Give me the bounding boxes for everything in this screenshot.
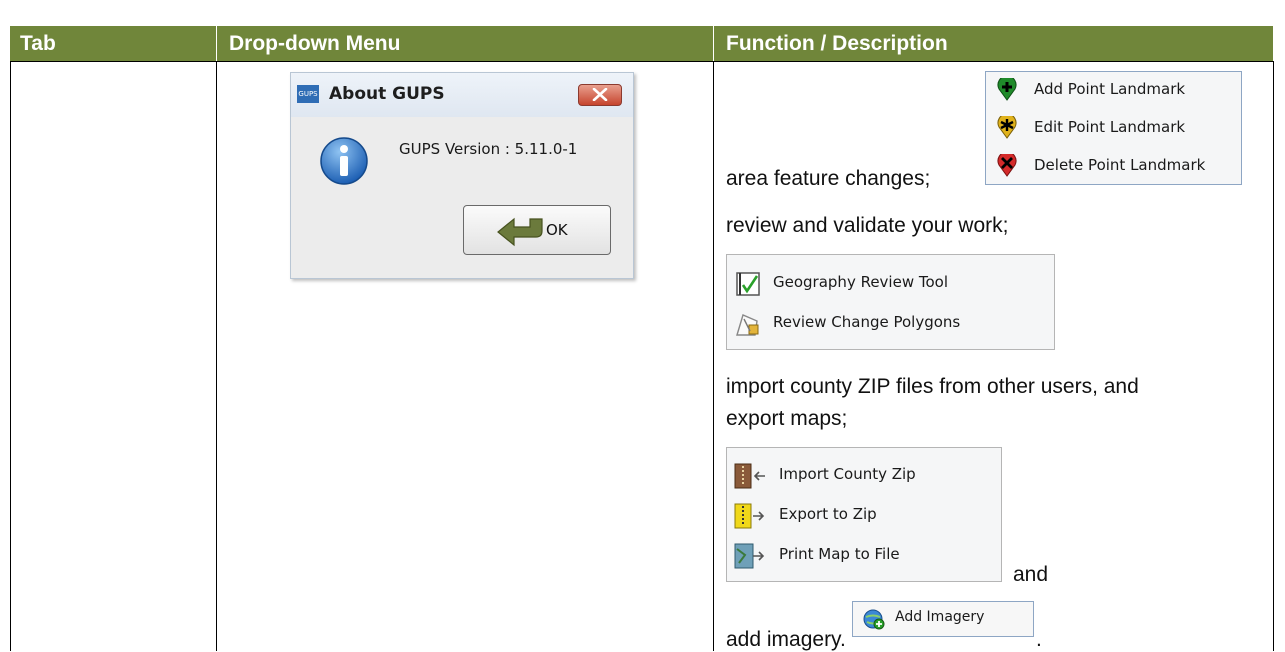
header-divider bbox=[216, 26, 217, 61]
description-import-export-line1: import county ZIP files from other users… bbox=[726, 375, 1139, 398]
table-column-border bbox=[1273, 61, 1274, 651]
description-area-feature-changes: area feature changes; bbox=[726, 167, 931, 190]
menu-item-delete-point-landmark[interactable]: Delete Point Landmark bbox=[996, 152, 1236, 182]
green-plus-pin-icon bbox=[997, 78, 1017, 101]
document-page: Tab Drop-down Menu Function / Descriptio… bbox=[0, 0, 1285, 651]
header-function-description: Function / Description bbox=[726, 32, 948, 55]
menu-item-label: Delete Point Landmark bbox=[1034, 156, 1206, 174]
return-arrow-icon bbox=[497, 217, 543, 247]
menu-item-print-map-to-file[interactable]: Print Map to File bbox=[733, 541, 995, 571]
description-period: . bbox=[1036, 628, 1042, 651]
description-import-export-line2: export maps; bbox=[726, 407, 848, 430]
gups-app-icon: GUPS bbox=[297, 85, 319, 103]
header-tab: Tab bbox=[20, 32, 56, 55]
menu-item-import-county-zip[interactable]: Import County Zip bbox=[733, 461, 995, 491]
import-zip-icon bbox=[734, 463, 765, 489]
description-and: and bbox=[1013, 563, 1049, 586]
menu-item-label: Import County Zip bbox=[779, 465, 916, 483]
menu-item-review-change-polygons[interactable]: Review Change Polygons bbox=[735, 309, 1050, 339]
menu-item-export-to-zip[interactable]: Export to Zip bbox=[733, 501, 995, 531]
table-row-border bbox=[10, 61, 1274, 62]
ok-button[interactable]: OK bbox=[463, 205, 611, 255]
menu-item-label: Review Change Polygons bbox=[773, 313, 961, 331]
header-dropdown-menu: Drop-down Menu bbox=[229, 32, 401, 55]
add-imagery-label: Add Imagery bbox=[895, 609, 985, 625]
description-review-validate: review and validate your work; bbox=[726, 214, 1009, 237]
menu-item-label: Geography Review Tool bbox=[773, 273, 949, 291]
add-globe-icon bbox=[863, 609, 885, 630]
close-icon bbox=[592, 88, 608, 101]
table-column-border bbox=[713, 61, 714, 651]
menu-item-edit-point-landmark[interactable]: Edit Point Landmark bbox=[996, 114, 1236, 144]
description-add-imagery: add imagery. bbox=[726, 628, 846, 651]
menu-item-add-point-landmark[interactable]: Add Point Landmark bbox=[996, 76, 1236, 106]
file-menu: Import County Zip Export to Zip Print Ma… bbox=[726, 447, 1002, 582]
version-message: GUPS Version : 5.11.0-1 bbox=[399, 140, 578, 158]
menu-item-label: Export to Zip bbox=[779, 505, 877, 523]
about-gups-dialog: GUPS About GUPS GUPS Version : 5.11.0-1 bbox=[290, 72, 634, 279]
print-map-icon bbox=[734, 543, 765, 569]
add-imagery-button[interactable]: Add Imagery bbox=[852, 601, 1034, 637]
info-icon bbox=[320, 137, 368, 185]
menu-item-geography-review-tool[interactable]: Geography Review Tool bbox=[735, 269, 1050, 299]
check-review-icon bbox=[736, 272, 760, 296]
review-menu: Geography Review Tool Review Change Poly… bbox=[726, 254, 1055, 350]
dialog-title: About GUPS bbox=[329, 84, 445, 104]
export-zip-icon bbox=[734, 503, 765, 529]
menu-item-label: Edit Point Landmark bbox=[1034, 118, 1186, 136]
polygon-lock-icon bbox=[736, 314, 759, 336]
table-column-border bbox=[10, 61, 11, 651]
table-header-row bbox=[10, 26, 1273, 61]
header-divider bbox=[713, 26, 714, 61]
landmark-menu: Add Point Landmark Edit Point Landmark D… bbox=[985, 71, 1242, 185]
red-x-pin-icon bbox=[997, 154, 1017, 177]
menu-item-label: Print Map to File bbox=[779, 545, 900, 563]
table-column-border bbox=[216, 61, 217, 651]
yellow-star-pin-icon bbox=[997, 116, 1017, 139]
dialog-close-button[interactable] bbox=[578, 84, 622, 106]
menu-item-label: Add Point Landmark bbox=[1034, 80, 1186, 98]
ok-label: OK bbox=[546, 221, 568, 239]
